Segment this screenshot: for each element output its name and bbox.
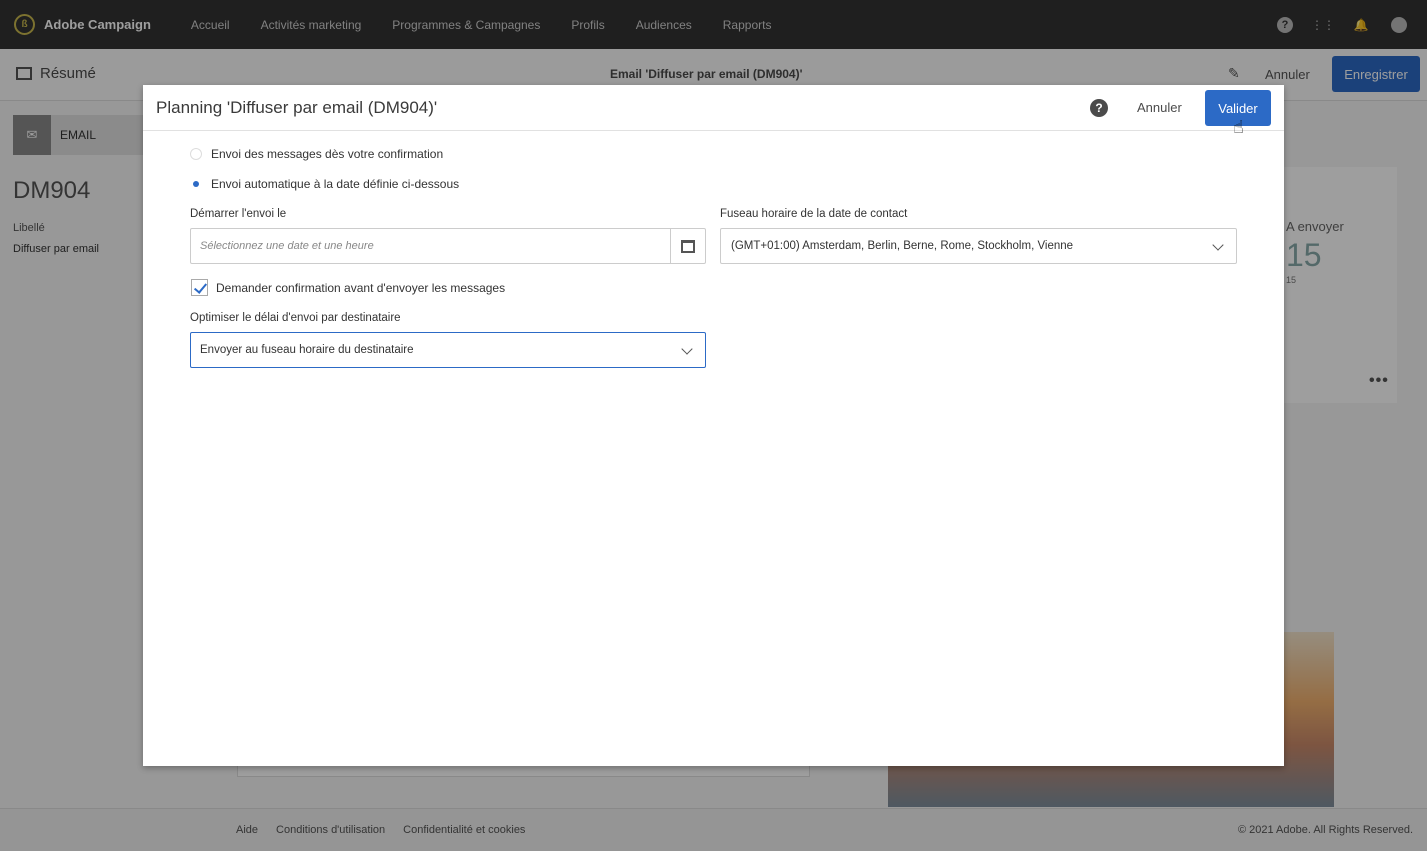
optimize-label: Optimiser le délai d'envoi par destinata… <box>190 312 401 324</box>
chevron-down-icon <box>1212 239 1224 251</box>
radio-send-scheduled[interactable]: Envoi automatique à la date définie ci-d… <box>190 177 459 191</box>
dialog-cancel-button[interactable]: Annuler <box>1137 100 1182 115</box>
confirm-label: Demander confirmation avant d'envoyer le… <box>216 280 506 295</box>
chevron-down-icon <box>681 343 693 355</box>
optimize-select[interactable]: Envoyer au fuseau horaire du destinatair… <box>190 332 706 368</box>
checkbox-checked[interactable] <box>191 279 208 296</box>
hand-cursor-icon: ☝ <box>1233 117 1244 137</box>
radio-unchecked[interactable] <box>190 148 202 160</box>
calendar-icon <box>681 239 695 253</box>
radio-scheduled-label: Envoi automatique à la date définie ci-d… <box>211 177 460 191</box>
start-date-label: Démarrer l'envoi le <box>190 208 287 220</box>
dialog-header: Planning 'Diffuser par email (DM904)' ? … <box>143 85 1284 131</box>
planning-dialog: Planning 'Diffuser par email (DM904)' ? … <box>143 85 1284 766</box>
radio-immediate-label: Envoi des messages dès votre confirmatio… <box>211 147 444 161</box>
dialog-title: Planning 'Diffuser par email (DM904)' <box>156 98 438 117</box>
radio-send-immediately[interactable]: Envoi des messages dès votre confirmatio… <box>190 147 443 161</box>
timezone-select[interactable]: (GMT+01:00) Amsterdam, Berlin, Berne, Ro… <box>720 228 1237 264</box>
confirm-checkbox[interactable]: Demander confirmation avant d'envoyer le… <box>191 279 505 296</box>
optimize-value: Envoyer au fuseau horaire du destinatair… <box>200 344 414 356</box>
radio-checked[interactable] <box>190 178 202 190</box>
help-icon[interactable]: ? <box>1090 99 1108 117</box>
timezone-value: (GMT+01:00) Amsterdam, Berlin, Berne, Ro… <box>731 240 1074 252</box>
start-date-input[interactable]: Sélectionnez une date et une heure <box>190 228 706 264</box>
timezone-label: Fuseau horaire de la date de contact <box>720 208 908 220</box>
calendar-button[interactable] <box>670 229 705 263</box>
start-date-placeholder: Sélectionnez une date et une heure <box>200 240 374 252</box>
